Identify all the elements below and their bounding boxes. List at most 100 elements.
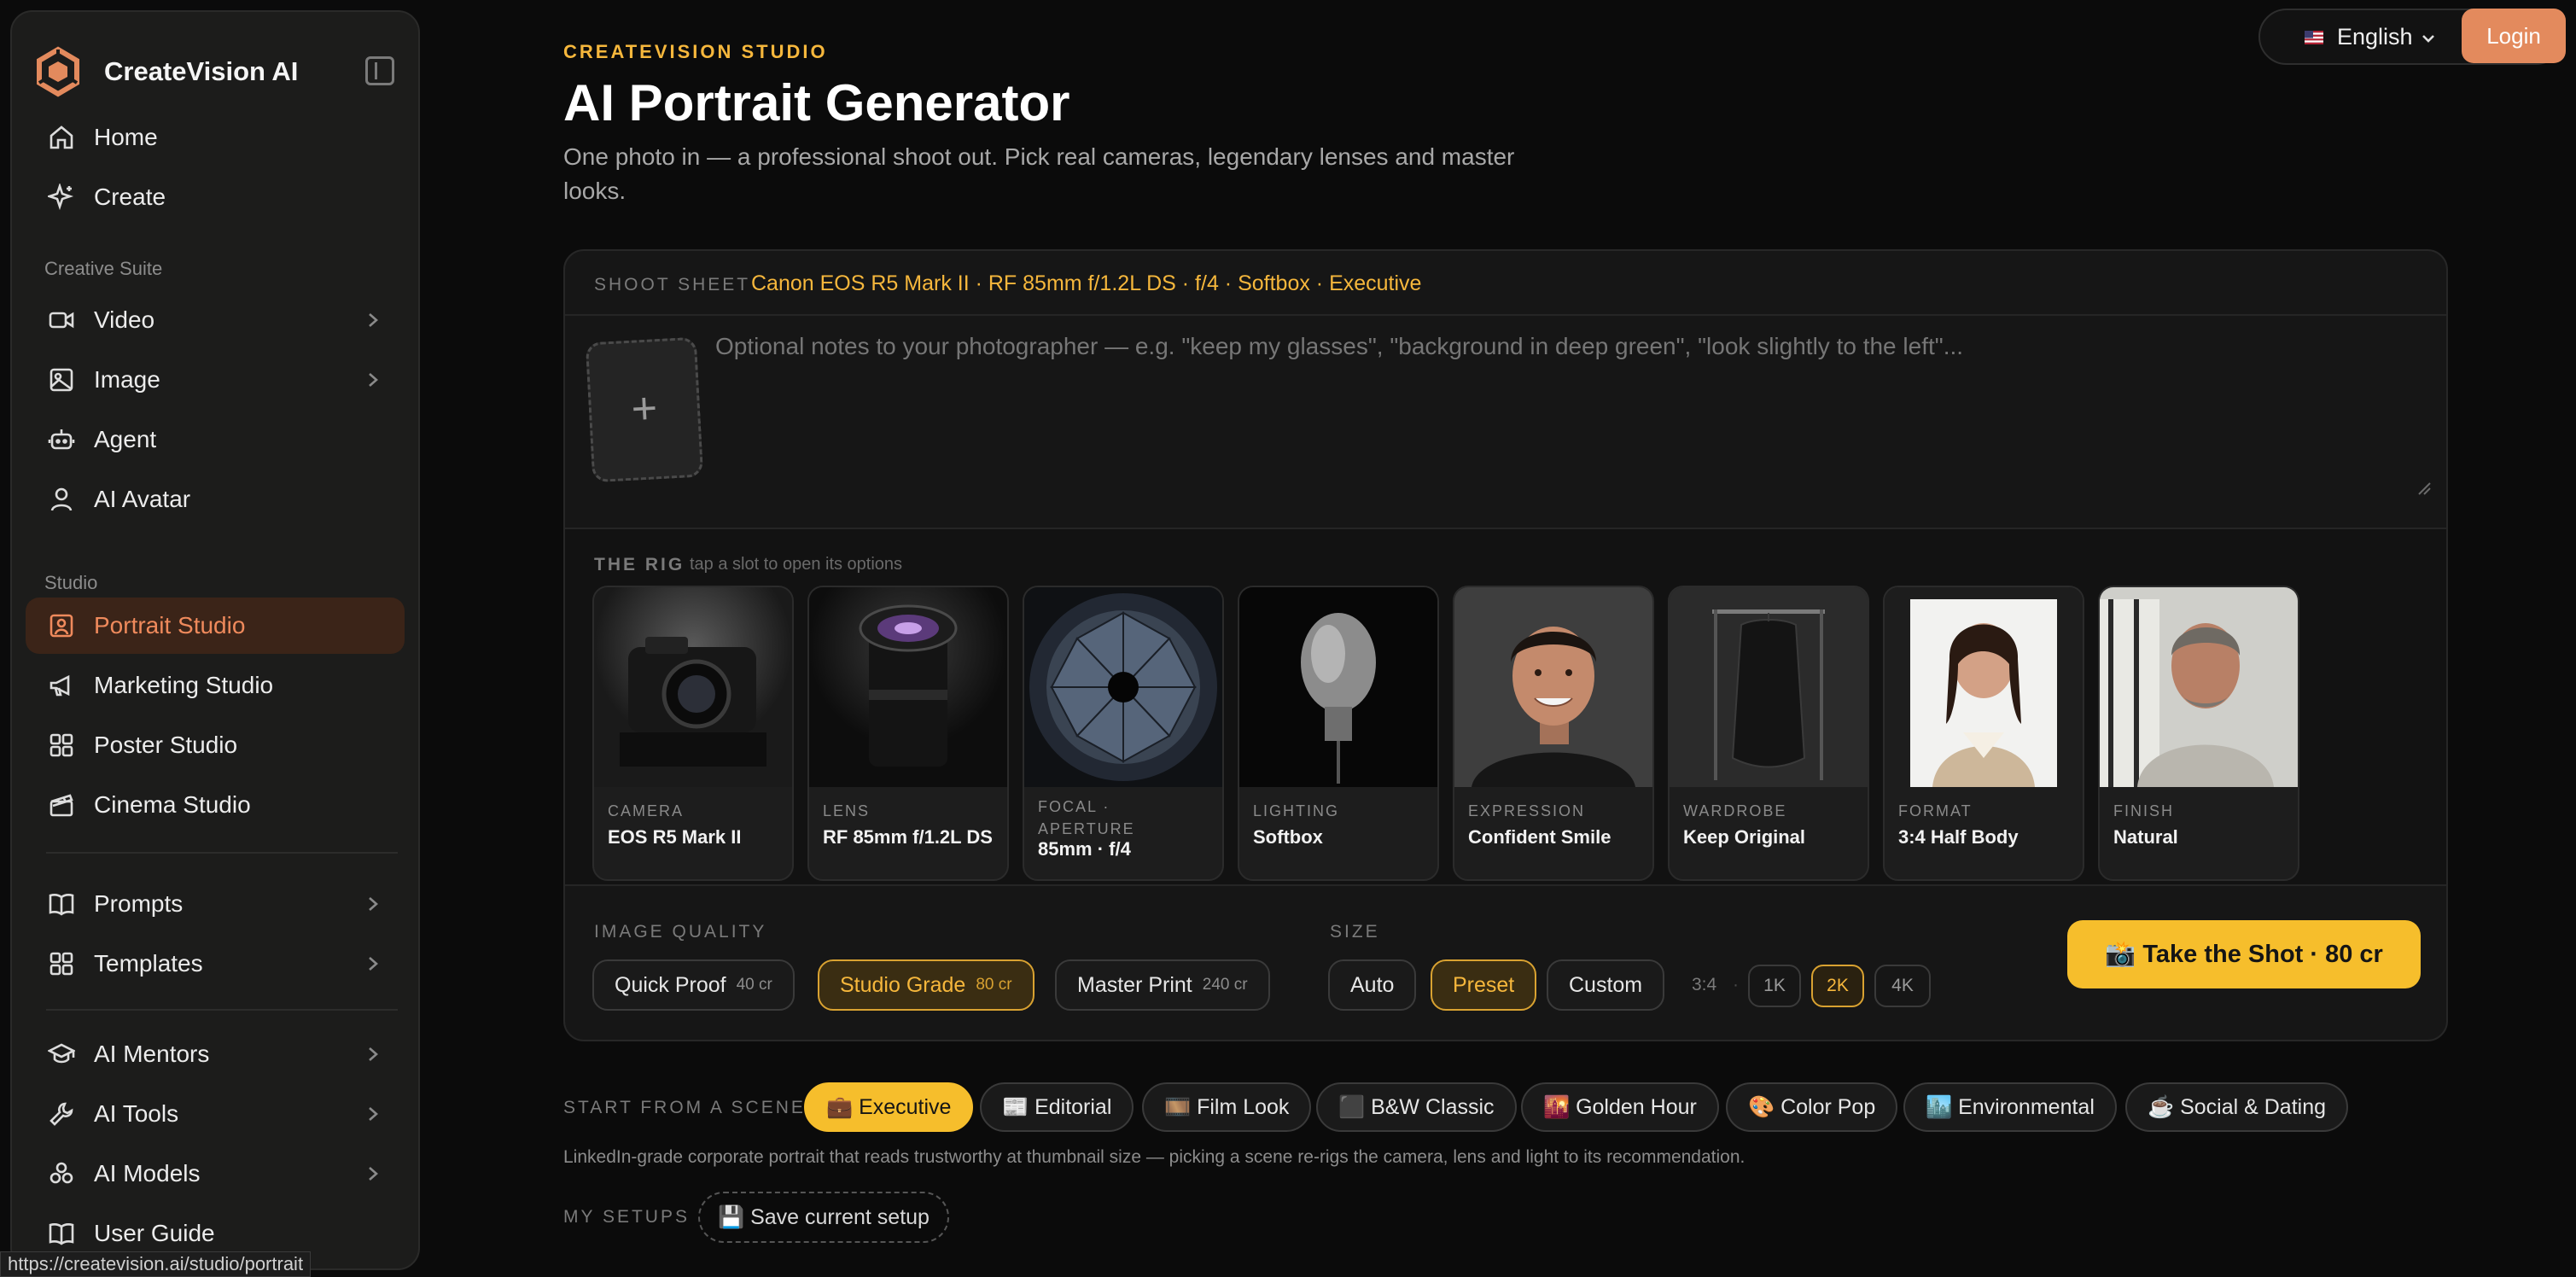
size-auto[interactable]: Auto [1328, 959, 1417, 1011]
nav-marketing-studio[interactable]: Marketing Studio [26, 657, 405, 714]
size-label: SIZE [1330, 922, 1380, 942]
nav-label: Marketing Studio [94, 672, 274, 698]
scene-golden-hour[interactable]: 🌇 Golden Hour [1521, 1082, 1719, 1132]
option-cost: 80 cr [976, 976, 1012, 994]
resolution-4k[interactable]: 4K [1874, 965, 1931, 1007]
rig-slot-expression[interactable]: EXPRESSION Confident Smile [1453, 586, 1654, 881]
status-url: https://createvision.ai/studio/portrait [0, 1251, 312, 1277]
smiling-man-thumbnail [1454, 587, 1652, 787]
sidebar-divider [46, 852, 398, 854]
size-custom[interactable]: Custom [1547, 959, 1665, 1011]
rig-slot-finish[interactable]: FINISH Natural [2098, 586, 2299, 881]
resolution-2k[interactable]: 2K [1811, 965, 1864, 1007]
sidebar-divider [46, 1009, 398, 1011]
nav-label: Prompts [94, 890, 184, 917]
slot-value: 3:4 Half Body [1898, 826, 2019, 848]
rig-slot-lighting[interactable]: LIGHTING Softbox [1238, 586, 1439, 881]
size-preset[interactable]: Preset [1431, 959, 1537, 1011]
scene-executive[interactable]: 💼 Executive [804, 1082, 974, 1132]
slot-value: Softbox [1253, 826, 1323, 848]
nav-label: Home [94, 124, 158, 150]
nav-cinema-studio[interactable]: Cinema Studio [26, 777, 405, 833]
option-name: Master Print [1077, 972, 1192, 997]
option-cost: 40 cr [736, 976, 772, 994]
nav-label: Poster Studio [94, 732, 238, 758]
rig-slot-camera[interactable]: CAMERA EOS R5 Mark II [592, 586, 794, 881]
scene-bw-classic[interactable]: ⬛ B&W Classic [1316, 1082, 1517, 1132]
slot-caption: LENS [823, 802, 871, 819]
nav-ai-tools[interactable]: AI Tools [26, 1086, 405, 1142]
nav-label: Agent [94, 426, 157, 452]
scene-environmental[interactable]: 🏙️ Environmental [1903, 1082, 2117, 1132]
rig-slot-lens[interactable]: LENS RF 85mm f/1.2L DS [807, 586, 1009, 881]
upload-photo-button[interactable]: + [585, 336, 704, 483]
resize-grip-icon[interactable] [2416, 480, 2431, 495]
rig-slot-focal-aperture[interactable]: FOCAL · APERTURE 85mm · f/4 [1023, 586, 1224, 881]
section-label-studio: Studio [44, 572, 98, 593]
resolution-1k[interactable]: 1K [1748, 965, 1801, 1007]
section-label-creative-suite: Creative Suite [44, 258, 163, 279]
image-quality-label: IMAGE QUALITY [594, 922, 767, 942]
rig-section: THE RIG tap a slot to open its options C… [565, 528, 2446, 886]
nav-image[interactable]: Image [26, 352, 405, 408]
shoot-sheet-summary: Canon EOS R5 Mark II · RF 85mm f/1.2L DS… [751, 271, 1422, 295]
scene-film-look[interactable]: 🎞️ Film Look [1142, 1082, 1312, 1132]
scene-editorial[interactable]: 📰 Editorial [980, 1082, 1134, 1132]
nav-agent[interactable]: Agent [26, 411, 405, 468]
quality-studio-grade[interactable]: Studio Grade 80 cr [818, 959, 1034, 1011]
nav-portrait-studio[interactable]: Portrait Studio [26, 598, 405, 654]
rig-slot-format[interactable]: FORMAT 3:4 Half Body [1883, 586, 2084, 881]
aspect-ratio-value: 3:4 [1692, 975, 1717, 994]
photographer-notes-input[interactable] [715, 333, 2410, 497]
scene-social-dating[interactable]: ☕ Social & Dating [2125, 1082, 2348, 1132]
nav-home[interactable]: Home [26, 109, 405, 166]
models-icon [46, 1158, 77, 1189]
brand[interactable]: CreateVision AI [32, 36, 401, 108]
nav-label: Image [94, 366, 160, 393]
nav-prompts[interactable]: Prompts [26, 876, 405, 932]
portrait-icon [46, 610, 77, 641]
robot-icon [46, 424, 77, 455]
lens-thumbnail [809, 587, 1007, 787]
scene-description: LinkedIn-grade corporate portrait that r… [563, 1147, 1746, 1167]
user-icon [46, 484, 77, 515]
take-shot-button[interactable]: 📸 Take the Shot · 80 cr [2067, 920, 2421, 988]
option-name: Quick Proof [615, 972, 726, 997]
sidebar: CreateVision AI Home Create Creative Sui… [10, 10, 420, 1270]
nav-ai-models[interactable]: AI Models [26, 1146, 405, 1202]
plus-icon: + [630, 383, 659, 434]
slot-value: RF 85mm f/1.2L DS [823, 826, 993, 848]
slot-value: Confident Smile [1468, 826, 1611, 848]
nav-label: Video [94, 306, 155, 333]
rig-title: THE RIG [594, 555, 685, 574]
rig-slot-wardrobe[interactable]: WARDROBE Keep Original [1668, 586, 1869, 881]
slot-caption: FORMAT [1898, 802, 1973, 819]
clapperboard-icon [46, 790, 77, 820]
quality-quick-proof[interactable]: Quick Proof 40 cr [592, 959, 795, 1011]
grid-icon [46, 730, 77, 761]
nav-label: AI Tools [94, 1100, 179, 1127]
collapse-sidebar-icon[interactable] [365, 56, 394, 85]
slot-caption: WARDROBE [1683, 802, 1787, 819]
shot-controls: IMAGE QUALITY Quick Proof 40 cr Studio Gr… [565, 888, 2446, 1040]
garment-bag-thumbnail [1670, 587, 1868, 787]
nav-templates[interactable]: Templates [26, 936, 405, 992]
save-setup-button[interactable]: 💾 Save current setup [698, 1192, 949, 1243]
nav-ai-avatar[interactable]: AI Avatar [26, 471, 405, 528]
nav-video[interactable]: Video [26, 292, 405, 348]
nav-create[interactable]: Create [26, 169, 405, 225]
nav-poster-studio[interactable]: Poster Studio [26, 717, 405, 773]
camera-thumbnail [594, 587, 792, 787]
us-flag-icon [2305, 31, 2323, 44]
separator-dot: · [1733, 975, 1739, 994]
slot-value: EOS R5 Mark II [608, 826, 742, 848]
older-man-thumbnail [2100, 587, 2298, 787]
login-button[interactable]: Login [2462, 9, 2566, 63]
quality-master-print[interactable]: Master Print 240 cr [1055, 959, 1270, 1011]
chevron-right-icon [369, 1167, 378, 1181]
nav-label: Cinema Studio [94, 791, 251, 818]
slot-caption: FINISH [2113, 802, 2175, 819]
scene-color-pop[interactable]: 🎨 Color Pop [1726, 1082, 1898, 1132]
language-label: English [2337, 24, 2413, 50]
nav-ai-mentors[interactable]: AI Mentors [26, 1026, 405, 1082]
